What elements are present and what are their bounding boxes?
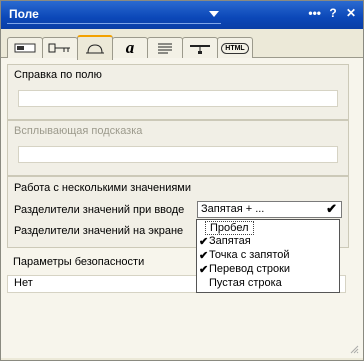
- option-label: Пробел: [205, 221, 254, 235]
- tab-content: Справка по полю Всплывающая подсказка Ра…: [1, 58, 363, 358]
- tooltip-input[interactable]: [18, 146, 338, 163]
- option-label: Перевод строки: [209, 263, 291, 275]
- tab-paragraph[interactable]: [147, 37, 183, 58]
- tab-html[interactable]: HTML: [217, 37, 253, 58]
- input-separator-value: Запятая + ...: [201, 203, 265, 215]
- display-separator-label: Разделители значений на экране: [14, 225, 184, 237]
- help-section: Справка по полю: [7, 64, 349, 120]
- dropdown-check-icon[interactable]: ✔: [326, 201, 337, 217]
- field-help-label: Справка по полю: [14, 69, 102, 81]
- option-check-icon: ✔: [199, 236, 209, 248]
- help-icon[interactable]: ?: [327, 6, 339, 20]
- menu-dots-icon[interactable]: •••: [308, 6, 321, 20]
- html-icon: HTML: [221, 42, 249, 54]
- security-value: Нет: [14, 277, 33, 289]
- title-bar: Поле ••• ? ✕: [1, 1, 363, 29]
- dropdown-option-semicolon[interactable]: ✔ Точка с запятой: [197, 249, 339, 263]
- option-label: Пустая строка: [209, 277, 282, 289]
- dropdown-option-comma[interactable]: ✔ Запятая: [197, 235, 339, 249]
- option-check-icon: ✔: [199, 250, 209, 262]
- tab-hide-when[interactable]: [182, 37, 218, 58]
- tab-control[interactable]: [42, 37, 78, 58]
- html-icon-text: HTML: [225, 44, 245, 52]
- window-title: Поле: [9, 7, 39, 21]
- tab-bar: a HTML: [1, 29, 363, 60]
- option-label: Точка с запятой: [209, 249, 290, 261]
- field-help-input[interactable]: [18, 90, 338, 107]
- option-check-icon: ✔: [199, 264, 209, 276]
- tooltip-label: Всплывающая подсказка: [14, 125, 143, 137]
- resize-grip-icon[interactable]: [349, 344, 359, 354]
- title-dropdown-arrow-icon[interactable]: [209, 11, 219, 17]
- input-separator-combo[interactable]: Запятая + ... ✔: [197, 201, 342, 218]
- paragraph-icon: [158, 43, 172, 54]
- helmet-icon: [86, 43, 104, 53]
- title-buttons: ••• ? ✕: [308, 6, 357, 20]
- option-label: Запятая: [209, 235, 251, 247]
- dropdown-option-newline[interactable]: ✔ Перевод строки: [197, 263, 339, 277]
- italic-a-icon: a: [125, 38, 135, 57]
- hide-when-icon: [190, 45, 210, 54]
- security-label: Параметры безопасности: [13, 256, 145, 268]
- tab-basics[interactable]: [7, 37, 43, 58]
- title-underline: [7, 23, 221, 24]
- key-icon: [48, 43, 70, 53]
- properties-window: Поле ••• ? ✕ a HTML Справка по полю Вспл…: [0, 0, 364, 361]
- input-separator-label: Разделители значений при вводе: [14, 204, 185, 216]
- tab-advanced[interactable]: [77, 35, 113, 60]
- separator-dropdown-list: Пробел ✔ Запятая ✔ Точка с запятой ✔ Пер…: [196, 219, 340, 293]
- tab-font[interactable]: a: [112, 37, 148, 58]
- dropdown-option-space[interactable]: Пробел: [197, 221, 339, 235]
- multi-value-label: Работа с несколькими значениями: [14, 182, 192, 194]
- close-icon[interactable]: ✕: [345, 6, 357, 20]
- tooltip-section: Всплывающая подсказка: [7, 120, 349, 176]
- dropdown-option-blank-line[interactable]: Пустая строка: [197, 277, 339, 291]
- field-shape-icon: [14, 43, 36, 53]
